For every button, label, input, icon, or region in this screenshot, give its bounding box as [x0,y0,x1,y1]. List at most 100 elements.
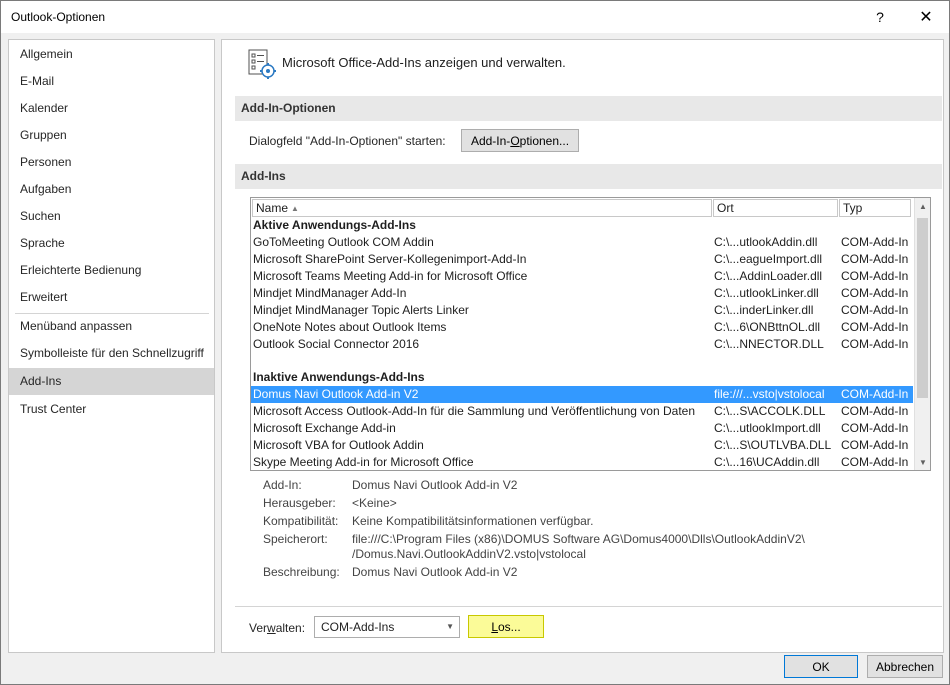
column-header-typ[interactable]: Typ [839,199,911,217]
list-item[interactable]: Outlook Social Connector 2016 C:\...NNEC… [251,336,913,353]
manage-select-value: COM-Add-Ins [321,620,395,634]
column-header-name[interactable]: Name ▲ [252,199,712,217]
addin-type: COM-Add-In [841,387,909,401]
addin-type: COM-Add-In [841,455,909,469]
sidebar-item-allgemein[interactable]: Allgemein [9,41,214,68]
sidebar-item-personen[interactable]: Personen [9,149,214,176]
sidebar-item-trust-center[interactable]: Trust Center [9,396,214,423]
detail-location-value-2: /Domus.Navi.OutlookAddinV2.vsto|vstoloca… [352,547,586,561]
detail-publisher-value: <Keine> [352,496,397,510]
manage-label-text-1: Ver [249,621,268,635]
addin-location: C:\...S\OUTLVBA.DLL [714,438,832,452]
addin-name: Outlook Social Connector 2016 [253,337,420,351]
go-button-text: os... [498,619,521,634]
scroll-down-icon[interactable]: ▼ [915,454,930,470]
list-item[interactable]: Microsoft Access Outlook-Add-In für die … [251,403,913,420]
detail-description-label: Beschreibung: [263,565,340,579]
addin-options-label: Dialogfeld "Add-In-Optionen" starten: [249,134,446,148]
scrollbar-thumb[interactable] [917,218,928,398]
addin-location: C:\...NNECTOR.DLL [714,337,824,351]
sidebar-item-add-ins[interactable]: Add-Ins [9,368,214,395]
sidebar-item-erleichterte-bedienung[interactable]: Erleichterte Bedienung [9,257,214,284]
addin-type: COM-Add-In [841,269,909,283]
scroll-up-icon[interactable]: ▲ [915,198,930,214]
window-title: Outlook-Optionen [11,10,106,24]
list-item[interactable]: Microsoft SharePoint Server-Kollegenimpo… [251,251,913,268]
manage-select[interactable]: COM-Add-Ins ▼ [314,616,460,638]
section-addins: Add-Ins [235,164,942,189]
addin-type: COM-Add-In [841,303,909,317]
list-header: Name ▲ Ort Typ [251,198,913,218]
addin-name: GoToMeeting Outlook COM Addin [253,235,434,249]
list-item[interactable]: Mindjet MindManager Add-In C:\...utlookL… [251,285,913,302]
manage-label-mnemonic: w [267,621,276,635]
addin-location: C:\...6\ONBttnOL.dll [714,320,821,334]
addin-name: Mindjet MindManager Add-In [253,286,407,300]
ok-button[interactable]: OK [784,655,858,678]
sidebar-item-suchen[interactable]: Suchen [9,203,214,230]
addin-location: C:\...utlookLinker.dll [714,286,819,300]
group-label: Inaktive Anwendungs-Add-Ins [253,370,425,384]
addin-options-button-mnemonic: O [510,133,520,148]
sidebar: Allgemein E-Mail Kalender Gruppen Person… [8,39,215,653]
sidebar-item-sprache[interactable]: Sprache [9,230,214,257]
addin-location: C:\...AddinLoader.dll [714,269,823,283]
go-button[interactable]: Los... [468,615,544,638]
options-dialog: Outlook-Optionen ? ✕ Allgemein E-Mail Ka… [0,0,950,685]
addin-location: C:\...eagueImport.dll [714,252,823,266]
addin-type: COM-Add-In [841,235,909,249]
group-header-inactive: Inaktive Anwendungs-Add-Ins [251,369,913,386]
close-icon[interactable]: ✕ [903,1,949,33]
sidebar-item-erweitert[interactable]: Erweitert [9,284,214,311]
addin-location: C:\...S\ACCOLK.DLL [714,404,826,418]
list-scrollbar[interactable]: ▲ ▼ [914,198,930,470]
sidebar-item-aufgaben[interactable]: Aufgaben [9,176,214,203]
addin-location: C:\...utlookImport.dll [714,421,821,435]
addin-options-button[interactable]: Add-In- Optionen... [461,129,579,152]
column-name-label: Name [256,201,289,215]
column-header-ort[interactable]: Ort [713,199,838,217]
sidebar-item-email[interactable]: E-Mail [9,68,214,95]
help-button[interactable]: ? [857,1,903,33]
addin-name: Mindjet MindManager Topic Alerts Linker [253,303,469,317]
list-item[interactable]: GoToMeeting Outlook COM Addin C:\...utlo… [251,234,913,251]
addin-type: COM-Add-In [841,337,909,351]
list-item[interactable]: Microsoft Teams Meeting Add-in for Micro… [251,268,913,285]
addin-type: COM-Add-In [841,421,909,435]
addin-type: COM-Add-In [841,438,909,452]
addins-settings-icon [248,49,276,79]
list-item[interactable]: Microsoft VBA for Outlook Addin C:\...S\… [251,437,913,454]
addin-name: OneNote Notes about Outlook Items [253,320,447,334]
addin-type: COM-Add-In [841,320,909,334]
list-item-selected[interactable]: Domus Navi Outlook Add-in V2 file:///...… [251,386,913,403]
sidebar-item-gruppen[interactable]: Gruppen [9,122,214,149]
main-panel: Microsoft Office-Add-Ins anzeigen und ve… [221,39,944,653]
sidebar-item-symbolleiste[interactable]: Symbolleiste für den Schnellzugriff [9,340,214,367]
section-addin-options: Add-In-Optionen [235,96,942,121]
addin-name: Microsoft Exchange Add-in [253,421,396,435]
sidebar-item-menueband-anpassen[interactable]: Menüband anpassen [9,313,214,340]
detail-location-value-1: file:///C:\Program Files (x86)\DOMUS Sof… [352,532,805,546]
manage-divider [235,606,942,607]
addin-type: COM-Add-In [841,286,909,300]
manage-label-text-2: alten: [275,621,306,635]
group-header-active: Aktive Anwendungs-Add-Ins [251,217,913,234]
addin-name: Domus Navi Outlook Add-in V2 [253,387,419,401]
addin-location: C:\...utlookAddin.dll [714,235,818,249]
detail-publisher-label: Herausgeber: [263,496,336,510]
list-item[interactable]: OneNote Notes about Outlook Items C:\...… [251,319,913,336]
list-item[interactable]: Skype Meeting Add-in for Microsoft Offic… [251,454,913,470]
list-item[interactable]: Microsoft Exchange Add-in C:\...utlookIm… [251,420,913,437]
sidebar-item-kalender[interactable]: Kalender [9,95,214,122]
list-item[interactable]: Mindjet MindManager Topic Alerts Linker … [251,302,913,319]
addin-list[interactable]: Name ▲ Ort Typ Aktive Anwendungs-Add-Ins … [250,197,931,471]
title-bar: Outlook-Optionen ? ✕ [1,1,949,33]
manage-label: Verwalten: [249,621,305,635]
addin-name: Microsoft SharePoint Server-Kollegenimpo… [253,252,527,266]
addin-name: Microsoft VBA for Outlook Addin [253,438,424,452]
addin-type: COM-Add-In [841,252,909,266]
addin-location: C:\...16\UCAddin.dll [714,455,820,469]
group-label: Aktive Anwendungs-Add-Ins [253,218,416,232]
cancel-button[interactable]: Abbrechen [867,655,943,678]
detail-addin-value: Domus Navi Outlook Add-in V2 [352,478,518,492]
